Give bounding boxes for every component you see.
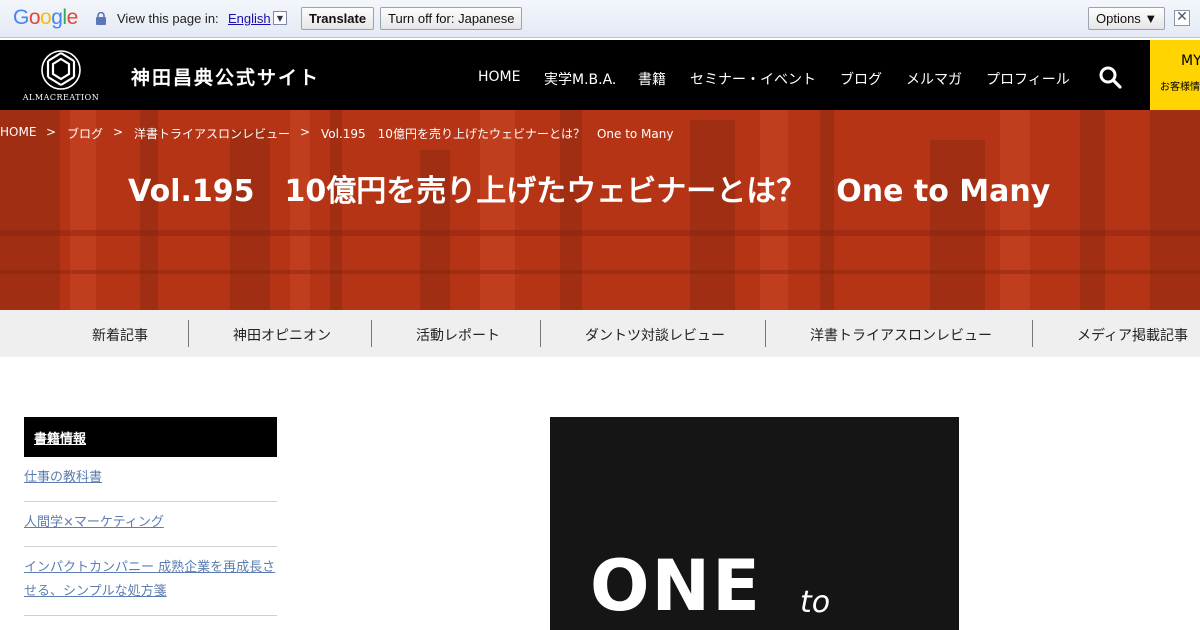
book-cover-one-text: ONE bbox=[590, 545, 762, 627]
book-cover-image: ONE to bbox=[550, 417, 959, 630]
my-page-button[interactable]: MY お客様情報 bbox=[1150, 40, 1200, 110]
close-icon[interactable]: ✕ bbox=[1174, 10, 1190, 26]
search-icon[interactable] bbox=[1098, 65, 1122, 89]
breadcrumb-current: Vol.195 10億円を売り上げたウェビナーとは？ One to Many bbox=[321, 127, 674, 141]
sidebar-heading: 書籍情報 bbox=[24, 417, 277, 457]
nav-profile[interactable]: プロフィール bbox=[986, 69, 1070, 89]
site-logo[interactable]: ALMACREATION bbox=[18, 45, 104, 105]
category-dialogue-review[interactable]: ダントツ対談レビュー bbox=[585, 325, 725, 345]
category-book-triathlon-review[interactable]: 洋書トライアスロンレビュー bbox=[810, 325, 992, 345]
nav-home[interactable]: HOME bbox=[478, 69, 520, 85]
translate-button[interactable]: Translate bbox=[301, 7, 375, 30]
turn-off-button[interactable]: Turn off for: Japanese bbox=[380, 7, 523, 30]
google-translate-bar: Google View this page in: English ▼ Tran… bbox=[0, 0, 1200, 38]
view-page-in-label: View this page in: bbox=[117, 11, 219, 26]
sidebar-divider bbox=[24, 501, 277, 502]
category-divider bbox=[540, 320, 541, 347]
breadcrumb-blog[interactable]: ブログ bbox=[67, 125, 103, 142]
lock-icon bbox=[96, 12, 106, 25]
sidebar-heading-text[interactable]: 書籍情報 bbox=[34, 428, 86, 447]
sidebar-link-shigoto-textbook[interactable]: 仕事の教科書 bbox=[24, 466, 277, 490]
sidebar-divider bbox=[24, 615, 277, 616]
language-dropdown-icon[interactable]: ▼ bbox=[273, 11, 287, 25]
category-divider bbox=[1032, 320, 1033, 347]
breadcrumb-separator: > bbox=[46, 125, 57, 139]
category-new-articles[interactable]: 新着記事 bbox=[92, 325, 148, 345]
breadcrumb-separator: > bbox=[113, 125, 124, 139]
nav-seminar-event[interactable]: セミナー・イベント bbox=[690, 69, 816, 89]
category-divider bbox=[371, 320, 372, 347]
page-title: Vol.195 10億円を売り上げたウェビナーとは？ One to Many bbox=[128, 174, 1051, 209]
breadcrumb-separator: > bbox=[300, 125, 311, 139]
category-activity-report[interactable]: 活動レポート bbox=[416, 325, 500, 345]
category-nav: 新着記事 神田オピニオン 活動レポート ダントツ対談レビュー 洋書トライアスロン… bbox=[0, 310, 1200, 357]
almacreation-logo-icon bbox=[41, 50, 81, 90]
category-divider bbox=[188, 320, 189, 347]
site-header: ALMACREATION 神田昌典公式サイト HOME 実学M.B.A. 書籍 … bbox=[0, 40, 1200, 110]
language-select-link[interactable]: English bbox=[228, 11, 271, 26]
nav-mba[interactable]: 実学M.B.A. bbox=[544, 69, 616, 89]
logo-text: ALMACREATION bbox=[22, 93, 100, 102]
nav-mail-magazine[interactable]: メルマガ bbox=[906, 69, 962, 89]
my-label: MY bbox=[1181, 53, 1200, 69]
sidebar-link-human-marketing[interactable]: 人間学×マーケティング bbox=[24, 511, 277, 535]
category-media-articles[interactable]: メディア掲載記事 bbox=[1077, 325, 1188, 345]
my-sub-label: お客様情報 bbox=[1160, 82, 1200, 93]
sidebar-divider bbox=[24, 546, 277, 547]
site-title[interactable]: 神田昌典公式サイト bbox=[131, 63, 320, 90]
hero-banner: HOME > ブログ > 洋書トライアスロンレビュー > Vol.195 10億… bbox=[0, 110, 1200, 310]
nav-books[interactable]: 書籍 bbox=[638, 69, 666, 89]
google-logo: Google bbox=[13, 6, 78, 29]
options-button[interactable]: Options ▼ bbox=[1088, 7, 1166, 30]
breadcrumb-category[interactable]: 洋書トライアスロンレビュー bbox=[134, 125, 290, 142]
sidebar-link-impact-company[interactable]: インパクトカンパニー 成熟企業を再成長させる、シンプルな処方箋 bbox=[24, 556, 277, 604]
category-divider bbox=[765, 320, 766, 347]
nav-blog[interactable]: ブログ bbox=[840, 69, 882, 89]
book-cover-to-text: to bbox=[800, 585, 831, 620]
breadcrumb-home[interactable]: HOME bbox=[0, 125, 36, 139]
category-kanda-opinion[interactable]: 神田オピニオン bbox=[233, 325, 331, 345]
